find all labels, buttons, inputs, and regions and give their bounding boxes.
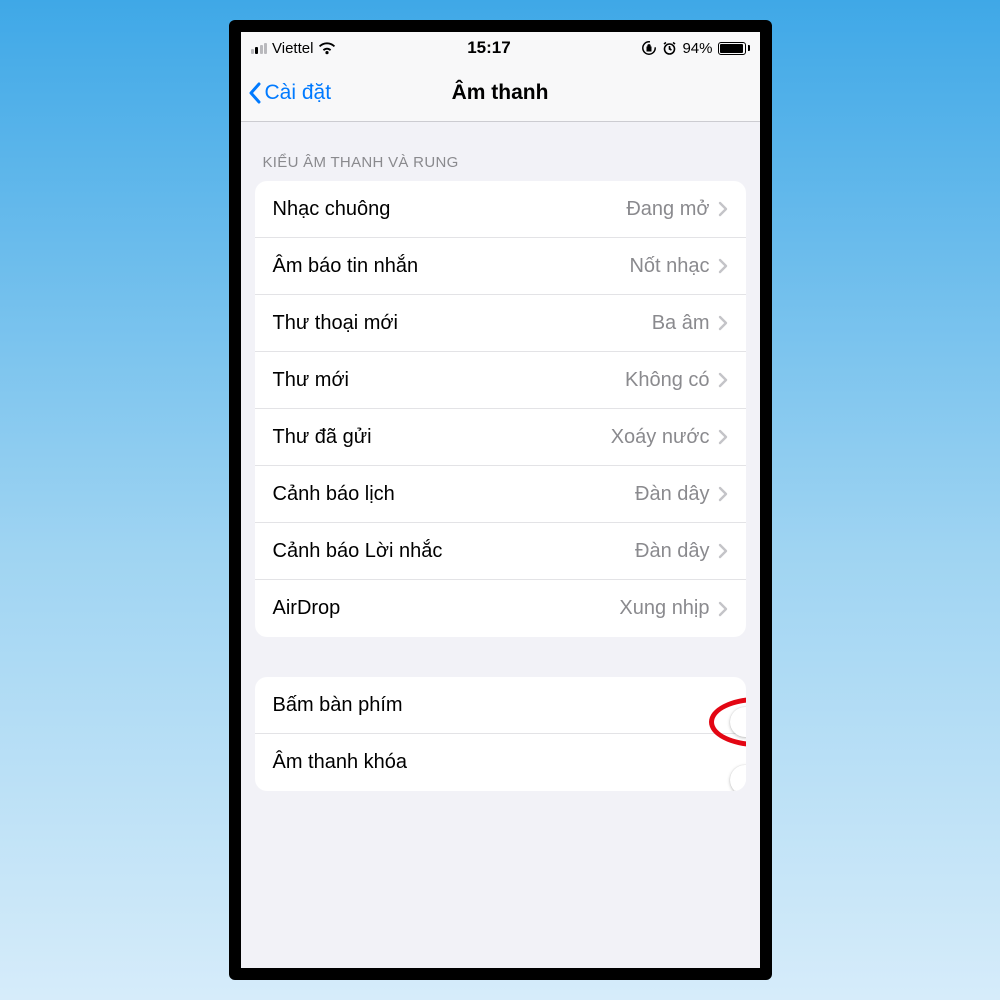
row-value: Đàn dây: [635, 540, 710, 563]
screen: Viettel 15:17 94%: [241, 32, 760, 968]
status-time: 15:17: [467, 38, 510, 58]
sound-row[interactable]: Nhạc chuông Đang mở: [255, 181, 746, 238]
back-label: Cài đặt: [265, 81, 332, 105]
battery-icon: [718, 42, 750, 55]
row-label: Cảnh báo Lời nhắc: [273, 540, 443, 563]
wifi-icon: [318, 42, 336, 55]
row-label: Bấm bàn phím: [273, 694, 403, 717]
settings-content: KIỂU ÂM THANH VÀ RUNG Nhạc chuông Đang mở…: [241, 122, 760, 968]
chevron-right-icon: [718, 601, 728, 617]
row-label: Âm báo tin nhắn: [273, 255, 419, 278]
battery-percent: 94%: [682, 40, 712, 57]
sound-row[interactable]: Thư mới Không có: [255, 352, 746, 409]
row-label: AirDrop: [273, 597, 341, 620]
row-label: Cảnh báo lịch: [273, 483, 395, 506]
toggle-row: Bấm bàn phím: [255, 677, 746, 734]
row-label: Thư đã gửi: [273, 426, 372, 449]
row-value: Đàn dây: [635, 483, 710, 506]
nav-bar: Cài đặt Âm thanh: [241, 64, 760, 122]
section-header: KIỂU ÂM THANH VÀ RUNG: [241, 122, 760, 181]
sound-row[interactable]: Cảnh báo lịch Đàn dây: [255, 466, 746, 523]
sound-row[interactable]: Thư thoại mới Ba âm: [255, 295, 746, 352]
row-label: Âm thanh khóa: [273, 751, 408, 774]
device-frame: Viettel 15:17 94%: [229, 20, 772, 980]
sound-row[interactable]: Cảnh báo Lời nhắc Đàn dây: [255, 523, 746, 580]
chevron-right-icon: [718, 201, 728, 217]
row-value: Xoáy nước: [611, 426, 710, 449]
chevron-right-icon: [718, 315, 728, 331]
row-value: Ba âm: [652, 312, 710, 335]
signal-icon: [251, 43, 268, 54]
row-value: Đang mở: [626, 198, 709, 221]
chevron-left-icon: [247, 81, 263, 105]
back-button[interactable]: Cài đặt: [247, 64, 332, 121]
orientation-lock-icon: [641, 40, 657, 56]
sound-row[interactable]: Thư đã gửi Xoáy nước: [255, 409, 746, 466]
row-value: Nốt nhạc: [629, 255, 709, 278]
chevron-right-icon: [718, 486, 728, 502]
row-value: Xung nhịp: [619, 597, 709, 620]
row-label: Thư thoại mới: [273, 312, 398, 335]
row-value: Không có: [625, 369, 710, 392]
status-bar: Viettel 15:17 94%: [241, 32, 760, 64]
chevron-right-icon: [718, 258, 728, 274]
row-label: Thư mới: [273, 369, 350, 392]
toggles-group: Bấm bàn phím Âm thanh khóa: [255, 677, 746, 791]
chevron-right-icon: [718, 372, 728, 388]
toggle-row: Âm thanh khóa: [255, 734, 746, 791]
sound-row[interactable]: AirDrop Xung nhịp: [255, 580, 746, 637]
chevron-right-icon: [718, 543, 728, 559]
carrier-label: Viettel: [272, 40, 313, 57]
alarm-icon: [662, 41, 677, 56]
page-title: Âm thanh: [452, 81, 549, 105]
sounds-group: Nhạc chuông Đang mở Âm báo tin nhắn Nốt nhạ…: [255, 181, 746, 637]
chevron-right-icon: [718, 429, 728, 445]
sound-row[interactable]: Âm báo tin nhắn Nốt nhạc: [255, 238, 746, 295]
row-label: Nhạc chuông: [273, 198, 391, 221]
